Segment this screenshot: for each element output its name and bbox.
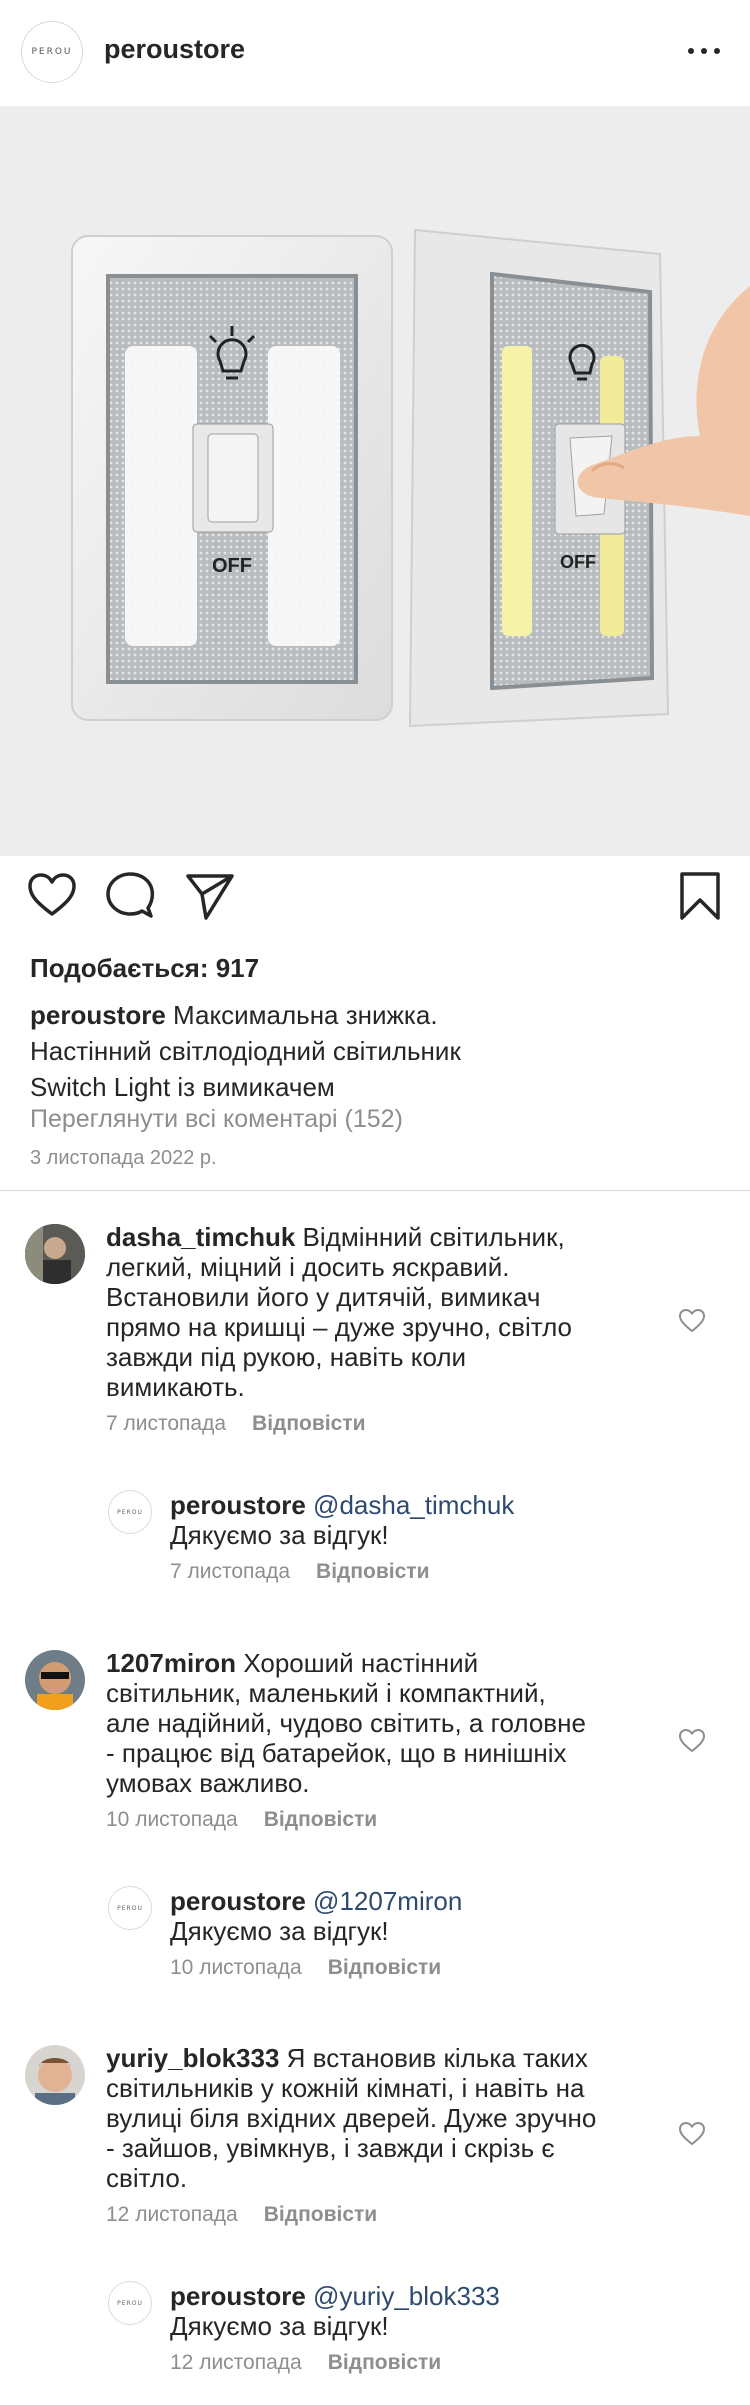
logo-text: PEROU bbox=[117, 1904, 143, 1912]
comment-icon[interactable] bbox=[104, 870, 156, 922]
divider bbox=[0, 1190, 750, 1191]
caption-line-2: Настінний світлодіодний світильник bbox=[30, 1036, 461, 1066]
comment-line: умовах важливо. bbox=[106, 1768, 310, 1798]
reply-text: peroustore @dasha_timchuk Дякуємо за від… bbox=[170, 1490, 690, 1550]
reply-message: Дякуємо за відгук! bbox=[170, 1916, 389, 1946]
comment-date: 12 листопада bbox=[106, 2203, 238, 2226]
reply-meta: 7 листопада Відповісти bbox=[170, 1560, 430, 1584]
avatar[interactable]: PEROU bbox=[108, 1490, 152, 1534]
comment-meta: 12 листопада Відповісти bbox=[106, 2203, 377, 2227]
reply-text: peroustore @yuriy_blok333 Дякуємо за від… bbox=[170, 2281, 690, 2341]
avatar[interactable] bbox=[25, 2045, 85, 2105]
comment-like-heart-icon[interactable] bbox=[678, 1308, 706, 1334]
comment-username[interactable]: 1207miron bbox=[106, 1648, 236, 1678]
off-label-left: OFF bbox=[212, 555, 252, 577]
comment-line: але надійний, чудово світить, а головне bbox=[106, 1708, 586, 1738]
mention-link[interactable]: @dasha_timchuk bbox=[313, 1490, 514, 1520]
logo-text: PEROU bbox=[117, 2299, 143, 2307]
caption-username[interactable]: peroustore bbox=[30, 1000, 166, 1030]
caption-line-3: Switch Light із вимикачем bbox=[30, 1072, 335, 1102]
comment-line: світильників у кожній кімнаті, і навіть … bbox=[106, 2073, 585, 2103]
comment-line: Відмінний світильник, bbox=[302, 1222, 565, 1252]
comment-text: 1207miron Хороший настінний світильник, … bbox=[106, 1648, 686, 1798]
product-photo: OFF OFF bbox=[71, 228, 750, 728]
avatar[interactable] bbox=[25, 1650, 85, 1710]
avatar[interactable]: PEROU bbox=[21, 21, 83, 83]
comment-line: світло. bbox=[106, 2163, 188, 2193]
reply-username[interactable]: peroustore bbox=[170, 1490, 306, 1520]
comment-line: вимикають. bbox=[106, 1372, 245, 1402]
comment-line: - працює від батарейок, що в нинішніх bbox=[106, 1738, 567, 1768]
likes-count[interactable]: Подобається: 917 bbox=[30, 953, 259, 984]
comment-line: Встановили його у дитячій, вимикач bbox=[106, 1282, 541, 1312]
comment-line: Я встановив кілька таких bbox=[286, 2043, 588, 2073]
reply-button[interactable]: Відповісти bbox=[264, 2203, 377, 2226]
comment-like-heart-icon[interactable] bbox=[678, 2121, 706, 2147]
avatar[interactable]: PEROU bbox=[108, 2281, 152, 2325]
mention-link[interactable]: @yuriy_blok333 bbox=[313, 2281, 500, 2311]
comment-line: завжди під рукою, навіть коли bbox=[106, 1342, 467, 1372]
comment-line: легкий, міцний і досить яскравий. bbox=[106, 1252, 510, 1282]
comment-line: Хороший настінний bbox=[243, 1648, 479, 1678]
reply-meta: 12 листопада Відповісти bbox=[170, 2351, 441, 2375]
comment-username[interactable]: yuriy_blok333 bbox=[106, 2043, 279, 2073]
avatar[interactable] bbox=[25, 1224, 85, 1284]
reply-text: peroustore @1207miron Дякуємо за відгук! bbox=[170, 1886, 690, 1946]
comment-like-heart-icon[interactable] bbox=[678, 1728, 706, 1754]
comment-meta: 10 листопада Відповісти bbox=[106, 1808, 377, 1832]
view-all-comments-link[interactable]: Переглянути всі коментарі (152) bbox=[30, 1105, 403, 1134]
reply-date: 12 листопада bbox=[170, 2351, 302, 2374]
action-bar bbox=[0, 870, 750, 940]
reply-message: Дякуємо за відгук! bbox=[170, 1520, 389, 1550]
logo-text: PEROU bbox=[31, 47, 73, 57]
reply-message: Дякуємо за відгук! bbox=[170, 2311, 389, 2341]
comment-username[interactable]: dasha_timchuk bbox=[106, 1222, 295, 1252]
post-date: 3 листопада 2022 р. bbox=[30, 1147, 217, 1169]
heart-icon[interactable] bbox=[26, 870, 78, 922]
comment-meta: 7 листопада Відповісти bbox=[106, 1412, 366, 1436]
logo-text: PEROU bbox=[117, 1508, 143, 1516]
reply-button[interactable]: Відповісти bbox=[328, 2351, 441, 2374]
comment-line: вулиці біля вхідних дверей. Дуже зручно bbox=[106, 2103, 597, 2133]
off-label-right: OFF bbox=[560, 552, 596, 572]
mention-link[interactable]: @1207miron bbox=[313, 1886, 462, 1916]
avatar[interactable]: PEROU bbox=[108, 1886, 152, 1930]
reply-username[interactable]: peroustore bbox=[170, 1886, 306, 1916]
post-header: PEROU peroustore bbox=[0, 0, 750, 106]
comment-date: 10 листопада bbox=[106, 1808, 238, 1831]
post-image[interactable]: OFF OFF bbox=[0, 106, 750, 856]
reply-button[interactable]: Відповісти bbox=[264, 1808, 377, 1831]
caption-line-1: Максимальна знижка. bbox=[173, 1000, 438, 1030]
more-horizontal-icon[interactable] bbox=[686, 36, 722, 66]
reply-username[interactable]: peroustore bbox=[170, 2281, 306, 2311]
reply-button[interactable]: Відповісти bbox=[316, 1560, 429, 1583]
reply-date: 7 листопада bbox=[170, 1560, 291, 1583]
reply-button[interactable]: Відповісти bbox=[328, 1956, 441, 1979]
post-author-username[interactable]: peroustore bbox=[104, 34, 245, 65]
reply-meta: 10 листопада Відповісти bbox=[170, 1956, 441, 1980]
comment-line: - зайшов, увімкнув, і завжди і скрізь є bbox=[106, 2133, 555, 2163]
comment-text: dasha_timchuk Відмінний світильник, легк… bbox=[106, 1222, 686, 1402]
reply-button[interactable]: Відповісти bbox=[252, 1412, 365, 1435]
comment-date: 7 листопада bbox=[106, 1412, 227, 1435]
bookmark-icon[interactable] bbox=[674, 870, 726, 922]
comment-line: прямо на кришці – дуже зручно, світло bbox=[106, 1312, 573, 1342]
reply-date: 10 листопада bbox=[170, 1956, 302, 1979]
post-caption: peroustore Максимальна знижка. Настінний… bbox=[30, 997, 710, 1105]
comment-line: світильник, маленький і компактний, bbox=[106, 1678, 546, 1708]
comment-text: yuriy_blok333 Я встановив кілька таких с… bbox=[106, 2043, 706, 2193]
send-icon[interactable] bbox=[184, 870, 236, 922]
